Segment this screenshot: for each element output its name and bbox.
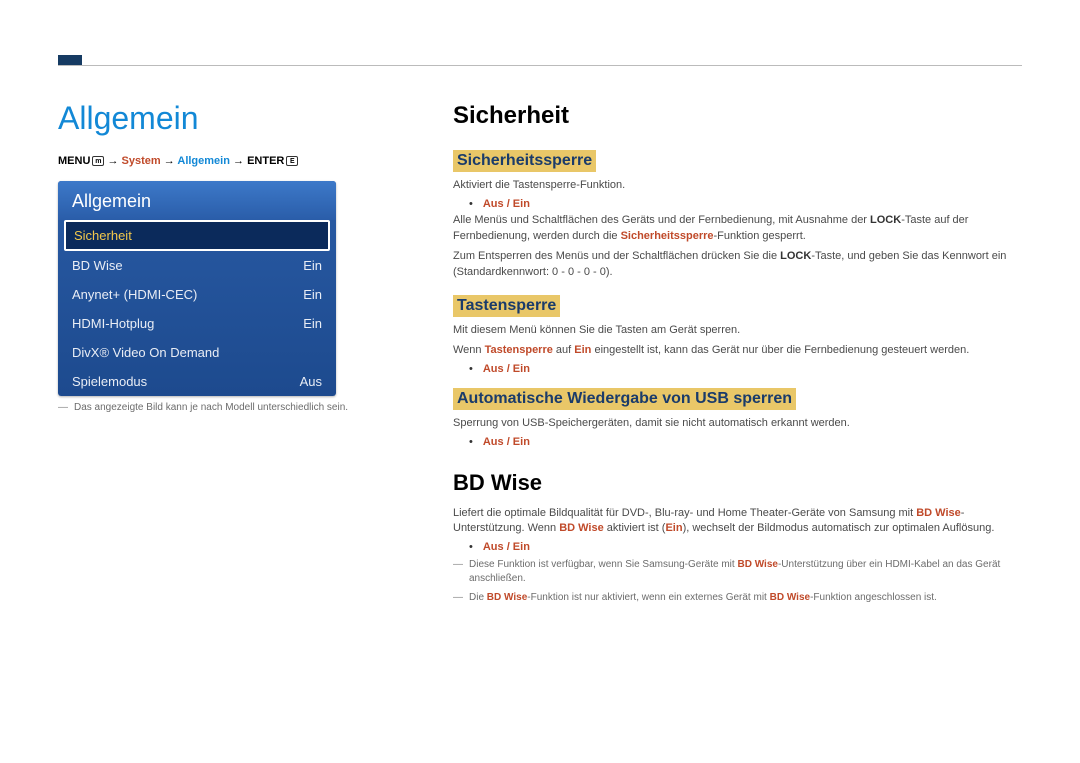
body-text: Wenn Tastensperre auf Ein eingestellt is… bbox=[453, 343, 1022, 359]
image-note: Das angezeigte Bild kann je nach Modell … bbox=[58, 401, 393, 415]
menu-item-value: Aus bbox=[300, 374, 322, 389]
bc-system: System bbox=[122, 155, 161, 167]
section-heading-bdwise: BD Wise bbox=[453, 470, 1022, 496]
menu-item-bdwise[interactable]: BD Wise Ein bbox=[58, 251, 336, 280]
corner-mark bbox=[58, 55, 82, 65]
footnote: Diese Funktion ist verfügbar, wenn Sie S… bbox=[453, 558, 1022, 586]
menu-item-sicherheit[interactable]: Sicherheit bbox=[64, 220, 330, 251]
menu-item-game[interactable]: Spielemodus Aus bbox=[58, 367, 336, 396]
menu-icon: m bbox=[92, 156, 104, 166]
body-text: Zum Entsperren des Menüs und der Schaltf… bbox=[453, 249, 1022, 281]
bullet-aus-ein: Aus / Ein bbox=[469, 436, 1022, 448]
body-text: Mit diesem Menü können Sie die Tasten am… bbox=[453, 323, 1022, 339]
bc-arrow-3: → bbox=[233, 155, 244, 167]
page-title: Allgemein bbox=[58, 100, 393, 137]
bc-arrow-1: → bbox=[107, 155, 118, 167]
menu-item-value: Ein bbox=[303, 287, 322, 302]
left-column: Allgemein MENUm → System → Allgemein → E… bbox=[58, 100, 393, 607]
footnote: Die BD Wise-Funktion ist nur aktiviert, … bbox=[453, 591, 1022, 605]
menu-item-label: Sicherheit bbox=[74, 228, 132, 243]
body-text: Sperrung von USB-Speichergeräten, damit … bbox=[453, 416, 1022, 432]
bullet-aus-ein: Aus / Ein bbox=[469, 198, 1022, 210]
bc-menu: MENU bbox=[58, 155, 90, 167]
bc-arrow-2: → bbox=[164, 155, 175, 167]
body-text: Liefert die optimale Bildqualität für DV… bbox=[453, 506, 1022, 538]
bc-general: Allgemein bbox=[177, 155, 230, 167]
menu-box: Allgemein Sicherheit BD Wise Ein Anynet+… bbox=[58, 181, 336, 396]
menu-item-hotplug[interactable]: HDMI-Hotplug Ein bbox=[58, 309, 336, 338]
aus-ein-label: Aus / Ein bbox=[483, 436, 530, 448]
menu-item-anynet[interactable]: Anynet+ (HDMI-CEC) Ein bbox=[58, 280, 336, 309]
section-heading-sicherheit: Sicherheit bbox=[453, 102, 1022, 130]
menu-item-value: Ein bbox=[303, 316, 322, 331]
aus-ein-label: Aus / Ein bbox=[483, 198, 530, 210]
body-text: Alle Menüs und Schaltflächen des Geräts … bbox=[453, 213, 1022, 245]
menu-item-label: HDMI-Hotplug bbox=[72, 316, 154, 331]
bullet-aus-ein: Aus / Ein bbox=[469, 363, 1022, 375]
menu-item-value: Ein bbox=[303, 258, 322, 273]
menu-item-divx[interactable]: DivX® Video On Demand bbox=[58, 338, 336, 367]
bc-enter: ENTER bbox=[247, 155, 284, 167]
menu-item-label: DivX® Video On Demand bbox=[72, 345, 219, 360]
top-rule bbox=[58, 65, 1022, 66]
page: Allgemein MENUm → System → Allgemein → E… bbox=[0, 0, 1080, 637]
sub-heading-tastensperre: Tastensperre bbox=[453, 295, 560, 317]
sub-heading-sicherheitssperre: Sicherheitssperre bbox=[453, 150, 596, 172]
breadcrumb: MENUm → System → Allgemein → ENTERE bbox=[58, 155, 393, 167]
body-text: Aktiviert die Tastensperre-Funktion. bbox=[453, 178, 1022, 194]
menu-item-label: Anynet+ (HDMI-CEC) bbox=[72, 287, 197, 302]
bullet-aus-ein: Aus / Ein bbox=[469, 541, 1022, 553]
enter-icon: E bbox=[286, 156, 298, 166]
aus-ein-label: Aus / Ein bbox=[483, 541, 530, 553]
right-column: Sicherheit Sicherheitssperre Aktiviert d… bbox=[453, 100, 1022, 607]
menu-header: Allgemein bbox=[58, 181, 336, 220]
menu-item-label: BD Wise bbox=[72, 258, 123, 273]
sub-heading-usb-sperren: Automatische Wiedergabe von USB sperren bbox=[453, 388, 796, 410]
aus-ein-label: Aus / Ein bbox=[483, 363, 530, 375]
note-text: Das angezeigte Bild kann je nach Modell … bbox=[74, 401, 348, 415]
menu-item-label: Spielemodus bbox=[72, 374, 147, 389]
